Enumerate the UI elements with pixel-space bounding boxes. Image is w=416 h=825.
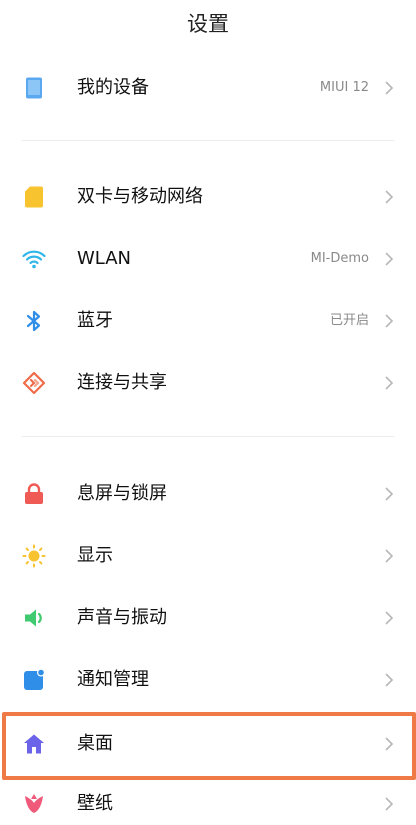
notification-icon bbox=[22, 668, 46, 692]
settings-item-label: 壁纸 bbox=[77, 793, 113, 814]
settings-item-display[interactable]: 显示 bbox=[0, 525, 416, 587]
chevron-right-icon bbox=[384, 672, 394, 688]
settings-item-label: 桌面 bbox=[77, 733, 113, 754]
chevron-right-icon bbox=[384, 80, 394, 96]
settings-item-label: 连接与共享 bbox=[77, 372, 167, 393]
settings-item-connection-sharing[interactable]: 连接与共享 bbox=[0, 352, 416, 414]
share-icon bbox=[22, 371, 46, 395]
settings-item-label: 显示 bbox=[77, 545, 113, 566]
chevron-right-icon bbox=[384, 251, 394, 267]
bluetooth-icon bbox=[22, 309, 46, 333]
settings-item-bluetooth[interactable]: 蓝牙 已开启 bbox=[0, 290, 416, 352]
section-divider bbox=[22, 436, 394, 437]
settings-item-my-device[interactable]: 我的设备 MIUI 12 bbox=[0, 57, 416, 119]
section-divider bbox=[22, 140, 394, 141]
speaker-icon bbox=[22, 606, 46, 630]
chevron-right-icon bbox=[384, 313, 394, 329]
settings-item-home-screen[interactable]: 桌面 bbox=[0, 713, 416, 775]
settings-item-sound-vibration[interactable]: 声音与振动 bbox=[0, 587, 416, 649]
sim-card-icon bbox=[22, 185, 46, 209]
chevron-right-icon bbox=[384, 736, 394, 752]
settings-item-label: 双卡与移动网络 bbox=[77, 186, 203, 207]
settings-item-label: 蓝牙 bbox=[77, 310, 113, 331]
sun-icon bbox=[22, 544, 46, 568]
settings-item-sim-network[interactable]: 双卡与移动网络 bbox=[0, 166, 416, 228]
settings-item-label: WLAN bbox=[77, 248, 132, 269]
chevron-right-icon bbox=[384, 486, 394, 502]
chevron-right-icon bbox=[384, 189, 394, 205]
settings-item-label: 声音与振动 bbox=[77, 607, 167, 628]
settings-item-label: 我的设备 bbox=[77, 77, 149, 98]
settings-item-lock-screen[interactable]: 息屏与锁屏 bbox=[0, 463, 416, 525]
home-icon bbox=[22, 732, 46, 756]
settings-item-value: MI-Demo bbox=[310, 251, 369, 266]
flower-icon bbox=[22, 792, 46, 816]
chevron-right-icon bbox=[384, 548, 394, 564]
page-title: 设置 bbox=[187, 12, 229, 36]
chevron-right-icon bbox=[384, 796, 394, 812]
device-icon bbox=[22, 76, 46, 100]
settings-item-notifications[interactable]: 通知管理 bbox=[0, 649, 416, 711]
chevron-right-icon bbox=[384, 375, 394, 391]
settings-item-wallpaper[interactable]: 壁纸 bbox=[0, 773, 416, 825]
settings-item-label: 息屏与锁屏 bbox=[77, 483, 167, 504]
settings-item-wlan[interactable]: WLAN MI-Demo bbox=[0, 228, 416, 290]
settings-item-value: MIUI 12 bbox=[319, 80, 369, 95]
settings-screen: 设置 我的设备 MIUI 12 双卡与移动网络 WLAN MI-Demo 蓝牙 … bbox=[0, 0, 416, 825]
settings-item-value: 已开启 bbox=[329, 313, 369, 328]
settings-item-label: 通知管理 bbox=[77, 669, 149, 690]
lock-icon bbox=[22, 482, 46, 506]
wifi-icon bbox=[22, 247, 46, 271]
chevron-right-icon bbox=[384, 610, 394, 626]
